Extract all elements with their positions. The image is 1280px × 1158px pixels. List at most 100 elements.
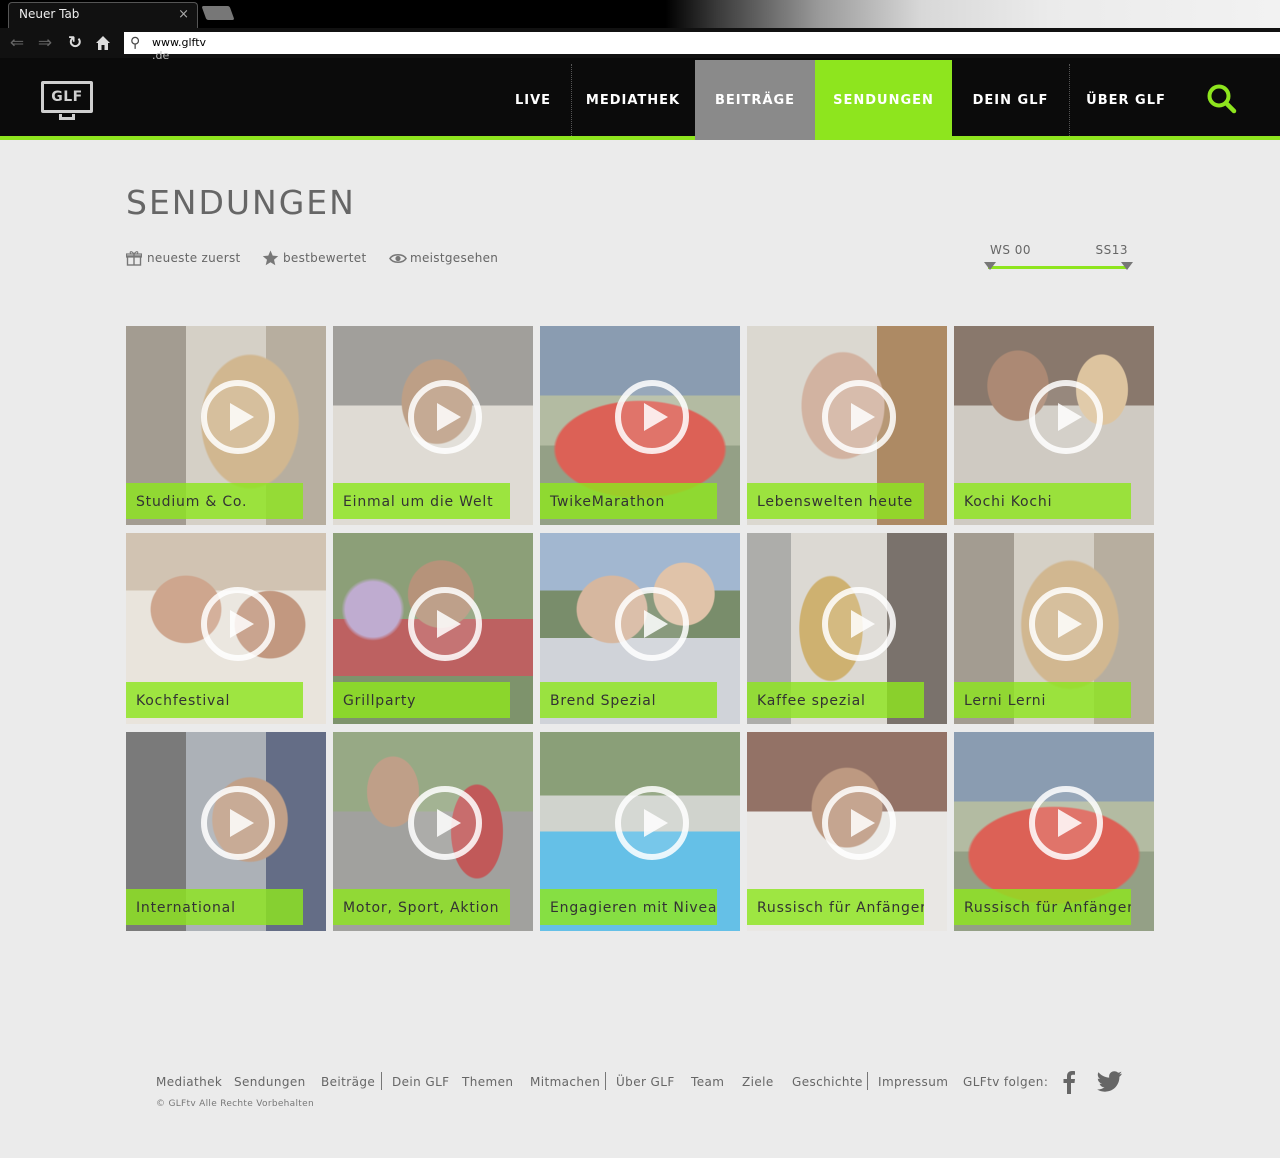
gift-icon: [126, 251, 142, 266]
url-bar[interactable]: ⚲ www.glftv: [124, 32, 1280, 54]
semester-start-handle[interactable]: [984, 262, 996, 270]
show-grid: Studium & Co. Einmal um die Welt TwikeMara…: [126, 326, 1156, 932]
show-tile[interactable]: International: [126, 732, 326, 931]
nav-sendungen[interactable]: SENDUNGEN: [815, 60, 952, 140]
show-title: International: [126, 889, 303, 925]
footer-link-mitmachen[interactable]: Mitmachen: [530, 1074, 600, 1090]
nav-ueber-glf[interactable]: ÜBER GLF: [1070, 60, 1182, 140]
show-title: Russisch für Anfänger: [954, 889, 1131, 925]
show-tile[interactable]: Kaffee spezial: [747, 533, 947, 724]
browser-tab[interactable]: Neuer Tab ×: [8, 2, 198, 28]
semester-end-label: SS13: [1095, 243, 1128, 257]
play-icon[interactable]: [614, 785, 690, 861]
sort-newest[interactable]: neueste zuerst: [126, 249, 241, 267]
play-icon[interactable]: [407, 586, 483, 662]
show-tile[interactable]: Lerni Lerni: [954, 533, 1154, 724]
new-tab-button[interactable]: [201, 6, 235, 20]
semester-end-handle[interactable]: [1121, 262, 1133, 270]
footer-separator: [381, 1072, 382, 1090]
play-icon[interactable]: [821, 379, 897, 455]
sort-most-viewed-label: meistgesehen: [410, 251, 499, 265]
show-tile[interactable]: Russisch für Anfänger: [747, 732, 947, 931]
back-icon[interactable]: ⇐: [6, 32, 28, 54]
show-tile[interactable]: Grillparty: [333, 533, 533, 724]
nav-dein-glf[interactable]: DEIN GLF: [952, 60, 1069, 140]
logo-stand: [59, 114, 75, 120]
show-title: Kochfestival: [126, 682, 303, 718]
show-tile[interactable]: Studium & Co.: [126, 326, 326, 525]
show-tile[interactable]: Motor, Sport, Aktion: [333, 732, 533, 931]
show-tile[interactable]: Einmal um die Welt: [333, 326, 533, 525]
eye-icon: [389, 253, 407, 264]
show-title: Einmal um die Welt: [333, 483, 510, 519]
semester-range-bar: [988, 266, 1128, 269]
play-icon[interactable]: [1028, 379, 1104, 455]
show-title: Russisch für Anfänger: [747, 889, 924, 925]
play-icon[interactable]: [200, 785, 276, 861]
sort-most-viewed[interactable]: meistgesehen: [389, 249, 498, 267]
twitter-icon[interactable]: [1097, 1071, 1123, 1097]
play-icon[interactable]: [614, 379, 690, 455]
play-icon[interactable]: [614, 586, 690, 662]
footer-link-geschichte[interactable]: Geschichte: [792, 1074, 863, 1090]
footer-link-themen[interactable]: Themen: [462, 1074, 513, 1090]
semester-range-slider[interactable]: WS 00 SS13: [984, 242, 1134, 276]
glf-logo[interactable]: GLF: [41, 81, 93, 113]
show-title: Lerni Lerni: [954, 682, 1131, 718]
show-title: Motor, Sport, Aktion: [333, 889, 510, 925]
show-title: TwikeMarathon: [540, 483, 717, 519]
footer-link-team[interactable]: Team: [691, 1074, 724, 1090]
show-tile[interactable]: Kochfestival: [126, 533, 326, 724]
home-icon[interactable]: [92, 32, 114, 54]
footer-link-dein-glf[interactable]: Dein GLF: [392, 1074, 449, 1090]
reload-icon[interactable]: ↻: [64, 32, 86, 54]
search-icon[interactable]: [1205, 82, 1239, 116]
play-icon[interactable]: [1028, 586, 1104, 662]
show-title: Engagieren mit Niveau: [540, 889, 717, 925]
play-icon[interactable]: [407, 379, 483, 455]
tab-title: Neuer Tab: [19, 7, 80, 21]
forward-icon[interactable]: ⇒: [34, 32, 56, 54]
play-icon[interactable]: [200, 586, 276, 662]
sort-best-rated[interactable]: bestbewertet: [262, 249, 366, 267]
play-icon[interactable]: [821, 785, 897, 861]
play-icon[interactable]: [1028, 785, 1104, 861]
footer-link-sendungen[interactable]: Sendungen: [234, 1074, 306, 1090]
star-icon: [262, 250, 279, 266]
show-tile[interactable]: Engagieren mit Niveau: [540, 732, 740, 931]
footer-link-ziele[interactable]: Ziele: [742, 1074, 774, 1090]
footer-link-impressum[interactable]: Impressum: [878, 1074, 948, 1090]
show-title: Studium & Co.: [126, 483, 303, 519]
footer-link-beitraege[interactable]: Beiträge: [321, 1074, 375, 1090]
show-tile[interactable]: Brend Spezial: [540, 533, 740, 724]
footer-link-mediathek[interactable]: Mediathek: [156, 1074, 222, 1090]
play-icon[interactable]: [407, 785, 483, 861]
site-footer: Mediathek Sendungen Beiträge Dein GLF Th…: [156, 1070, 1156, 1120]
show-tile[interactable]: Kochi Kochi: [954, 326, 1154, 525]
show-title: Lebenswelten heute: [747, 483, 924, 519]
sort-best-rated-label: bestbewertet: [283, 251, 367, 265]
show-tile[interactable]: Russisch für Anfänger: [954, 732, 1154, 931]
play-icon[interactable]: [200, 379, 276, 455]
play-icon[interactable]: [821, 586, 897, 662]
tab-strip: Neuer Tab ×: [0, 0, 1280, 28]
show-title: Grillparty: [333, 682, 510, 718]
nav-mediathek[interactable]: MEDIATHEK: [572, 60, 694, 140]
show-tile[interactable]: TwikeMarathon: [540, 326, 740, 525]
show-title: Kaffee spezial: [747, 682, 924, 718]
show-title: Brend Spezial: [540, 682, 717, 718]
browser-chrome: Neuer Tab × ⇐ ⇒ ↻ ⚲ www.glftv: [0, 0, 1280, 60]
site-header: GLF LIVE MEDIATHEK BEITRÄGE SENDUNGEN DE…: [0, 60, 1280, 140]
nav-live[interactable]: LIVE: [495, 60, 571, 140]
footer-separator: [605, 1072, 606, 1090]
semester-start-label: WS 00: [990, 243, 1032, 257]
footer-link-ueber-glf[interactable]: Über GLF: [616, 1074, 675, 1090]
browser-toolbar: ⇐ ⇒ ↻ ⚲ www.glftv: [0, 28, 1280, 58]
nav-beitraege[interactable]: BEITRÄGE: [695, 60, 815, 140]
footer-follow-label: GLFtv folgen:: [963, 1075, 1049, 1089]
tab-close-button[interactable]: ×: [178, 4, 189, 26]
copyright-text: © GLFtv Alle Rechte Vorbehalten: [156, 1099, 314, 1109]
show-tile[interactable]: Lebenswelten heute: [747, 326, 947, 525]
facebook-icon[interactable]: [1062, 1070, 1076, 1098]
show-title: Kochi Kochi: [954, 483, 1131, 519]
